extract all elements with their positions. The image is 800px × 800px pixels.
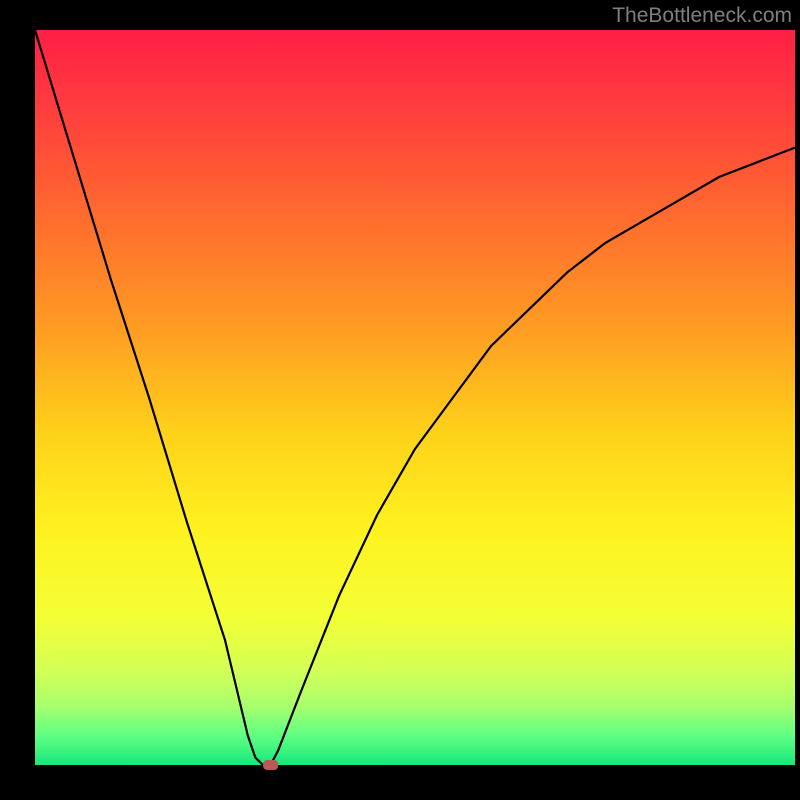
chart-container: TheBottleneck.com: [0, 0, 800, 800]
watermark-text: TheBottleneck.com: [612, 4, 792, 28]
optimum-marker: [263, 760, 278, 770]
bottleneck-chart: [0, 0, 800, 800]
